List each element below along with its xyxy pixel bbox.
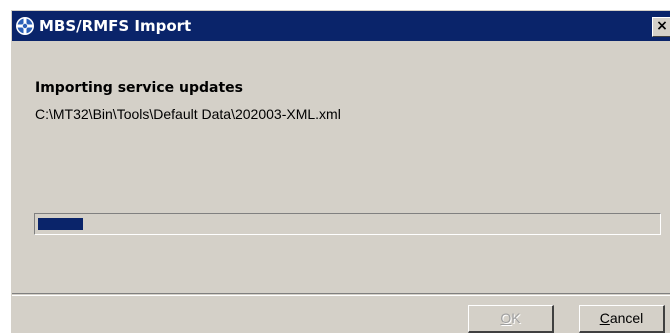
content-panel: Importing service updates C:\MT32\Bin\To… <box>12 41 670 294</box>
status-heading: Importing service updates <box>35 80 243 96</box>
window-title: MBS/RMFS Import <box>39 17 192 35</box>
ok-mnemonic: O <box>500 310 512 326</box>
cancel-mnemonic: C <box>599 310 610 326</box>
file-path-label: C:\MT32\Bin\Tools\Default Data\202003-XM… <box>35 106 341 122</box>
title-bar[interactable]: MBS/RMFS Import × <box>12 11 670 41</box>
close-button[interactable]: × <box>652 17 670 37</box>
ok-label-rest: K <box>511 310 521 326</box>
app-help-icon <box>16 17 34 35</box>
button-bar: OK Cancel <box>12 295 670 333</box>
progress-fill <box>38 218 83 230</box>
close-icon: × <box>656 18 668 34</box>
cancel-label-rest: ancel <box>609 310 644 326</box>
progress-bar <box>34 213 661 235</box>
ok-button[interactable]: OK <box>468 305 554 333</box>
cancel-button[interactable]: Cancel <box>579 305 665 333</box>
import-dialog: MBS/RMFS Import × Importing service upda… <box>10 9 670 333</box>
